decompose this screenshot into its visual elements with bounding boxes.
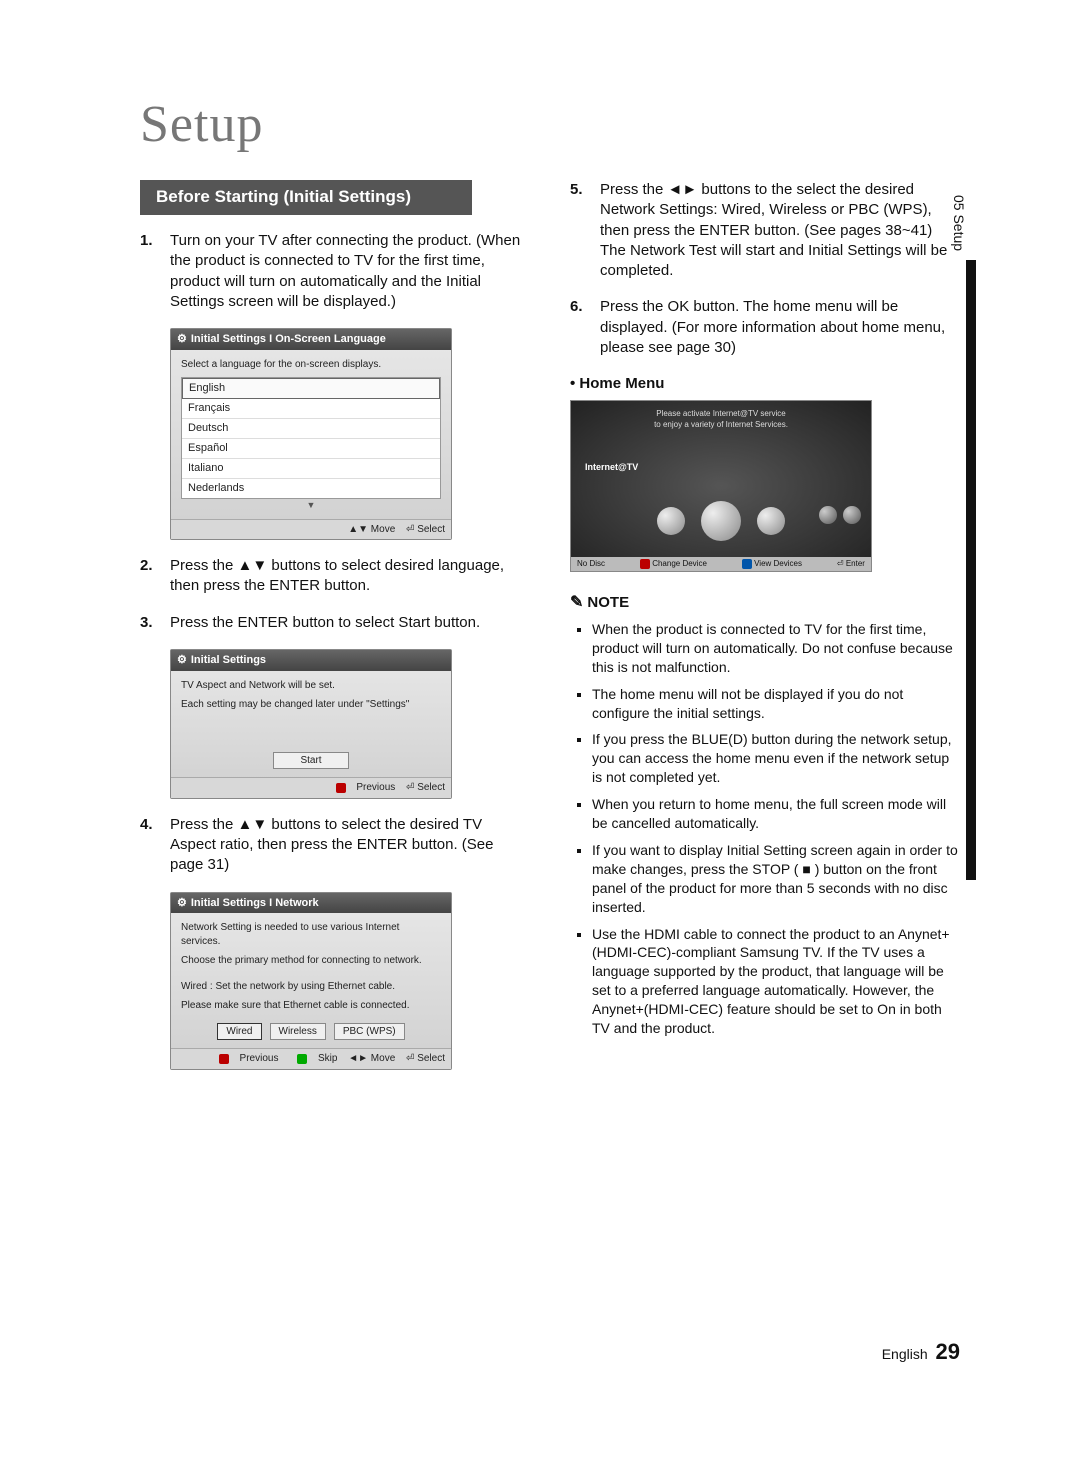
- language-option[interactable]: English: [182, 378, 440, 399]
- home-footer: No Disc Change Device View Devices ⏎ Ent…: [571, 557, 871, 572]
- osd-footer: Previous ⏎ Select: [171, 777, 451, 798]
- step-5: 5. Press the ◄► buttons to the select th…: [570, 180, 960, 281]
- note-icon: ✎: [570, 594, 583, 611]
- blue-key-icon: [742, 559, 752, 569]
- side-marker: [966, 260, 976, 880]
- language-option[interactable]: Español: [182, 439, 440, 459]
- aux-icon[interactable]: [843, 506, 861, 524]
- osd-footer: Previous Skip ◄► Move ⏎ Select: [171, 1048, 451, 1069]
- language-list[interactable]: English Français Deutsch Español Italian…: [181, 377, 441, 498]
- osd-title: Initial Settings I Network: [171, 893, 451, 914]
- page-footer: English 29: [882, 1337, 960, 1367]
- language-option[interactable]: Deutsch: [182, 419, 440, 439]
- osd-language-screen: Initial Settings I On-Screen Language Se…: [170, 328, 452, 540]
- note-item: The home menu will not be displayed if y…: [592, 685, 960, 723]
- home-activate-message: Please activate Internet@TV service to e…: [571, 401, 871, 439]
- carousel-item-icon[interactable]: [701, 501, 741, 541]
- note-item: Use the HDMI cable to connect the produc…: [592, 925, 960, 1038]
- osd-initial-settings-screen: Initial Settings TV Aspect and Network w…: [170, 649, 452, 799]
- osd-title: Initial Settings I On-Screen Language: [171, 329, 451, 350]
- note-item: When the product is connected to TV for …: [592, 620, 960, 677]
- osd-instruction: Select a language for the on-screen disp…: [181, 358, 441, 372]
- red-key-icon: [640, 559, 650, 569]
- gear-icon: [177, 653, 187, 668]
- internet-tv-badge: Internet@TV: [585, 461, 638, 473]
- carousel-item-icon[interactable]: [757, 507, 785, 535]
- notes-list: When the product is connected to TV for …: [592, 620, 960, 1038]
- page-title: Setup: [140, 90, 960, 160]
- carousel-item-icon[interactable]: [657, 507, 685, 535]
- home-menu-screen: Please activate Internet@TV service to e…: [570, 400, 872, 572]
- step-text: Turn on your TV after connecting the pro…: [170, 232, 520, 310]
- home-aux-icons: [819, 506, 861, 524]
- language-option[interactable]: Italiano: [182, 459, 440, 479]
- home-carousel[interactable]: [657, 501, 785, 541]
- step-3: 3. Press the ENTER button to select Star…: [140, 613, 530, 633]
- network-wireless-button[interactable]: Wireless: [270, 1023, 326, 1041]
- left-column: Before Starting (Initial Settings) 1. Tu…: [140, 180, 530, 1086]
- gear-icon: [177, 332, 187, 347]
- step-number: 1.: [140, 231, 153, 251]
- green-key-icon: [297, 1054, 307, 1064]
- home-menu-label: • Home Menu: [570, 374, 960, 394]
- start-button[interactable]: Start: [273, 752, 349, 770]
- note-item: If you press the BLUE(D) button during t…: [592, 730, 960, 787]
- language-option[interactable]: Nederlands: [182, 479, 440, 498]
- aux-icon[interactable]: [819, 506, 837, 524]
- gear-icon: [177, 896, 187, 911]
- osd-title: Initial Settings: [171, 650, 451, 671]
- red-key-icon: [219, 1054, 229, 1064]
- red-key-icon: [336, 783, 346, 793]
- section-header: Before Starting (Initial Settings): [140, 180, 472, 215]
- step-2: 2. Press the ▲▼ buttons to select desire…: [140, 556, 530, 597]
- note-item: If you want to display Initial Setting s…: [592, 841, 960, 917]
- step-4: 4. Press the ▲▼ buttons to select the de…: [140, 815, 530, 876]
- language-option[interactable]: Français: [182, 399, 440, 419]
- note-item: When you return to home menu, the full s…: [592, 795, 960, 833]
- osd-footer: ▲▼ Move ⏎ Select: [171, 519, 451, 540]
- step-6: 6. Press the OK button. The home menu wi…: [570, 297, 960, 358]
- step-1: 1. Turn on your TV after connecting the …: [140, 231, 530, 312]
- note-header: ✎NOTE: [570, 592, 960, 614]
- network-pbc-button[interactable]: PBC (WPS): [334, 1023, 405, 1041]
- network-wired-button[interactable]: Wired: [217, 1023, 261, 1041]
- right-column: 5. Press the ◄► buttons to the select th…: [570, 180, 960, 1086]
- osd-network-screen: Initial Settings I Network Network Setti…: [170, 892, 452, 1070]
